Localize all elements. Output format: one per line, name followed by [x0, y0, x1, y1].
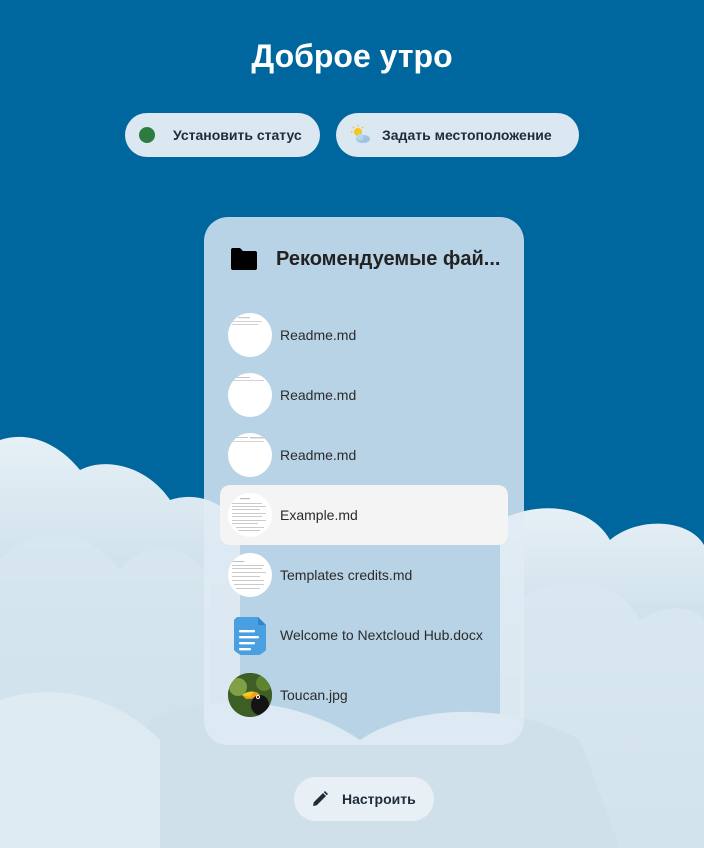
file-name: Readme.md [280, 447, 357, 463]
file-name: Welcome to Nextcloud Hub.docx [280, 627, 483, 643]
pencil-icon [313, 791, 328, 806]
document-thumbnail [228, 493, 272, 537]
file-item[interactable]: Welcome to Nextcloud Hub.docx [220, 605, 508, 665]
file-item[interactable]: Toucan.jpg [220, 665, 508, 725]
docx-thumbnail [228, 613, 272, 657]
file-name: Readme.md [280, 387, 357, 403]
online-status-icon [139, 127, 155, 143]
file-item[interactable]: Templates credits.md [220, 545, 508, 605]
file-item[interactable]: Readme.md [220, 425, 508, 485]
file-item[interactable]: Readme.md [220, 365, 508, 425]
file-list: Readme.md Readme.md Readme.md Example.md… [220, 305, 508, 725]
recommended-files-panel: Рекомендуемые фай... Readme.md Readme.md [204, 217, 524, 745]
customize-label: Настроить [342, 791, 416, 807]
customize-button[interactable]: Настроить [294, 777, 434, 821]
set-status-button[interactable]: Установить статус [125, 113, 320, 157]
panel-title[interactable]: Рекомендуемые фай... [276, 248, 502, 271]
image-thumbnail [228, 673, 272, 717]
docx-icon [234, 617, 266, 655]
set-status-label: Установить статус [173, 127, 302, 143]
document-thumbnail [228, 373, 272, 417]
file-name: Example.md [280, 507, 358, 523]
set-location-button[interactable]: Задать местоположение [336, 113, 579, 157]
file-item-selected[interactable]: Example.md [220, 485, 508, 545]
folder-icon [231, 248, 257, 270]
greeting-title: Доброе утро [251, 38, 453, 74]
panel-header: Рекомендуемые фай... [230, 247, 502, 271]
document-thumbnail [228, 433, 272, 477]
status-actions: Установить статус Задать местоположение [0, 113, 704, 157]
file-item[interactable]: Readme.md [220, 305, 508, 365]
file-name: Templates credits.md [280, 567, 413, 583]
set-location-label: Задать местоположение [382, 127, 552, 143]
document-thumbnail [228, 553, 272, 597]
weather-partly-sunny-icon [351, 125, 370, 143]
file-name: Readme.md [280, 327, 357, 343]
file-name: Toucan.jpg [280, 687, 348, 703]
document-thumbnail [228, 313, 272, 357]
